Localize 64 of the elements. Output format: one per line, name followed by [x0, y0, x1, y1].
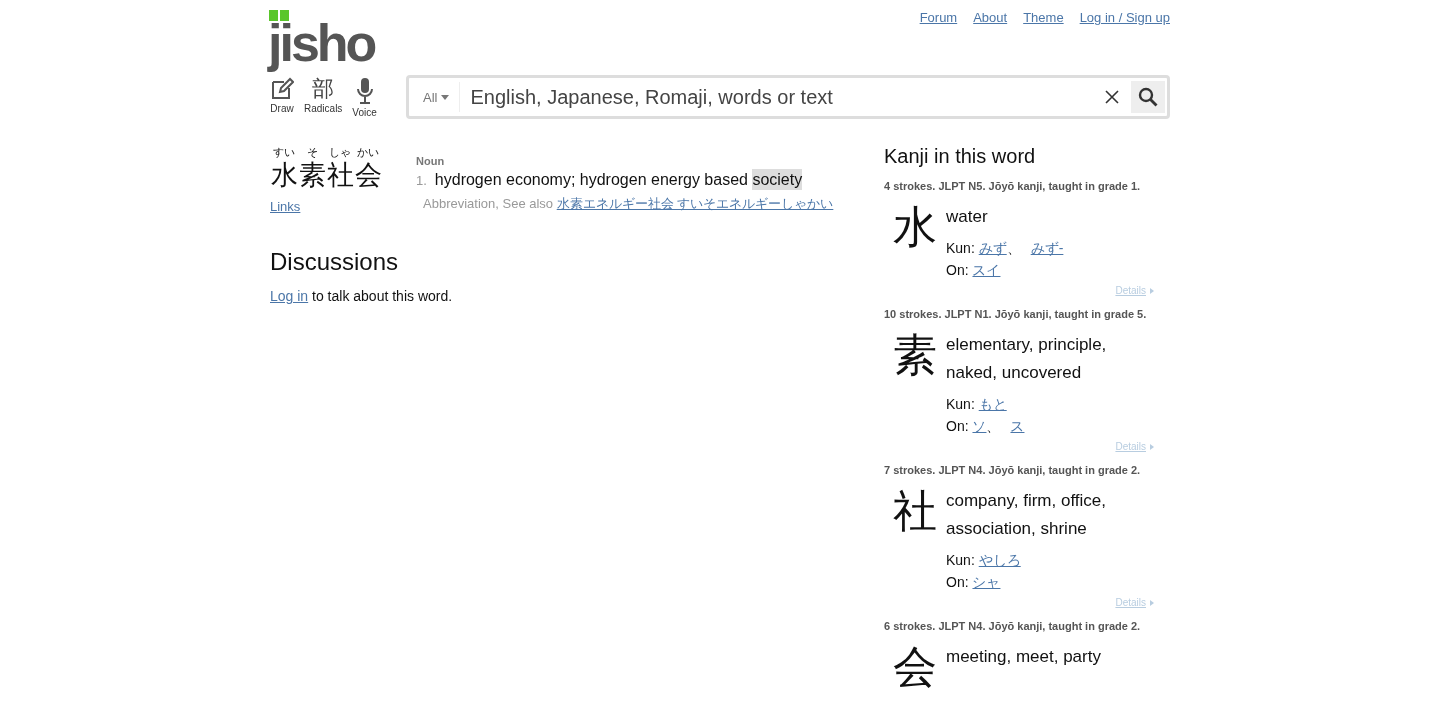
tool-button[interactable]: Voice [352, 76, 377, 118]
close-icon [1105, 90, 1119, 104]
part-of-speech: Noun [416, 155, 446, 167]
nav-link[interactable]: Theme [1023, 10, 1064, 25]
tool-button[interactable]: Draw [270, 76, 294, 118]
logo[interactable]: jisho [268, 13, 379, 73]
kanji-character[interactable]: 素 [884, 325, 946, 437]
section-heading: Discussions [270, 248, 400, 276]
reading-link[interactable]: ソ [972, 418, 987, 434]
kanji-character[interactable]: 社 [884, 481, 946, 593]
tool-button[interactable]: 部 Radicals [304, 76, 343, 118]
reading-label: Kun: [946, 552, 976, 568]
reading-label: On: [946, 418, 970, 434]
book-icon [269, 10, 289, 21]
triangle-icon [1150, 599, 1154, 606]
reading-link[interactable]: シャ [972, 574, 1001, 590]
kanji-info: 10 strokes. JLPT N1. Jōyō kanji, taught in grade 5. [884, 307, 1148, 322]
kanji-meaning: water [946, 206, 989, 228]
reading-label: Kun: [946, 396, 976, 412]
kanji-meaning: elementary, principle, naked, uncovered [946, 334, 1108, 384]
search-icon [1138, 87, 1158, 107]
caret-icon [441, 94, 450, 100]
reading-label: Kun: [946, 240, 976, 256]
reading-link[interactable]: みず [978, 240, 1007, 256]
reading-link[interactable]: スイ [972, 262, 1001, 278]
reading-link[interactable]: もと [978, 396, 1007, 412]
search-field[interactable]: All English, Japanese, Romaji, words or text [406, 75, 1170, 119]
search-button[interactable] [1131, 81, 1165, 113]
kanji-character[interactable]: 水 [884, 197, 946, 281]
links-link[interactable]: Links [270, 199, 301, 214]
discussion-text: to talk about this word. [311, 288, 453, 304]
reading-label: On: [946, 262, 970, 278]
kanji-info: 7 strokes. JLPT N4. Jōyō kanji, taught in grade 2. [884, 463, 1142, 478]
nav-link[interactable]: Forum [919, 10, 958, 25]
see-also-link[interactable]: 水素エネルギー社会 すいそエネルギーしゃかい [556, 196, 834, 211]
kanji-info: 6 strokes. JLPT N4. Jōyō kanji, taught in grade 2. [884, 619, 1142, 634]
meaning-text: hydrogen economy; hydrogen energy based society [434, 171, 803, 189]
sense-tags: Abbreviation, See also [423, 196, 557, 211]
separator: 、 [1006, 240, 1021, 256]
nav-link[interactable]: Log in / Sign up [1079, 10, 1170, 25]
separator: 、 [986, 418, 1001, 434]
furigana: かい [357, 145, 379, 159]
word-character: 水 [270, 159, 298, 191]
word-character: 社 [326, 159, 354, 191]
login-link[interactable]: Log in [270, 288, 309, 304]
triangle-icon [1150, 287, 1154, 294]
kanji-meaning: meeting, meet, party [946, 646, 1102, 668]
word-character: 素 [298, 159, 326, 191]
reading-label: On: [946, 574, 970, 590]
reading-link[interactable]: みず- [1030, 240, 1064, 256]
furigana: そ [306, 145, 318, 159]
word-character: 会 [354, 159, 382, 191]
reading-link[interactable]: やしろ [978, 552, 1021, 568]
nav-link[interactable]: About [973, 10, 1008, 25]
kanji-character[interactable]: 会 [884, 637, 946, 697]
pencil-square-icon [270, 76, 294, 101]
sense-number: 1. [416, 172, 427, 188]
panel-heading: Kanji in this word [884, 145, 1037, 168]
reading-link[interactable]: ス [1010, 418, 1025, 434]
triangle-icon [1150, 443, 1154, 450]
kanji-meaning: company, firm, office, association, shrine [946, 490, 1107, 540]
kanji-info: 4 strokes. JLPT N5. Jōyō kanji, taught in grade 1. [884, 179, 1142, 194]
furigana: すい [273, 145, 295, 159]
furigana: しゃ [329, 145, 351, 159]
